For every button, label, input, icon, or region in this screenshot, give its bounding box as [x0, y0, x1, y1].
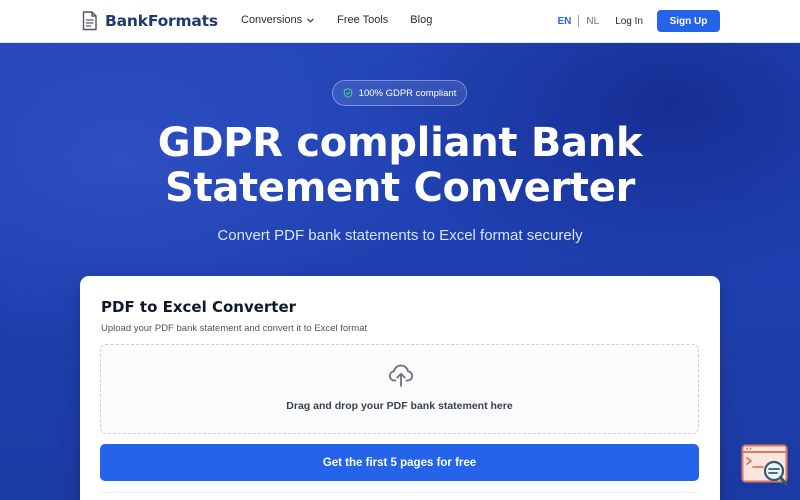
page-title-line-2: Statement Converter — [164, 165, 636, 211]
nav-item-label: Free Tools — [337, 14, 389, 26]
converter-card: PDF to Excel Converter Upload your PDF b… — [80, 276, 720, 500]
language-nl[interactable]: NL — [586, 16, 599, 27]
nav-actions: EN NL Log In Sign Up — [557, 10, 720, 32]
top-navbar: BankFormats Conversions Free Tools Blog … — [0, 0, 800, 43]
signup-button[interactable]: Sign Up — [657, 10, 720, 32]
converter-description: Upload your PDF bank statement and conve… — [101, 323, 368, 334]
shield-check-icon — [343, 88, 352, 98]
terminal-search-icon — [741, 444, 788, 486]
brand-name: BankFormats — [105, 12, 218, 30]
primary-nav: Conversions Free Tools Blog — [241, 14, 454, 26]
document-icon — [82, 11, 97, 31]
nav-item-label: Blog — [410, 14, 433, 26]
convert-free-button[interactable]: Get the first 5 pages for free — [100, 444, 699, 481]
nav-item-label: Conversions — [241, 14, 303, 26]
brand-logo[interactable]: BankFormats — [81, 11, 218, 31]
cloud-upload-icon — [388, 364, 414, 387]
converter-title: PDF to Excel Converter — [101, 298, 297, 316]
page-title: GDPR compliant Bank Statement Converter — [0, 121, 800, 211]
hero-section: 100% GDPR compliant GDPR compliant Bank … — [0, 43, 800, 500]
support-widget[interactable] — [741, 444, 790, 488]
chevron-down-icon — [307, 18, 314, 22]
page-subtitle: Convert PDF bank statements to Excel for… — [217, 227, 583, 244]
dropzone-text: Drag and drop your PDF bank statement he… — [286, 400, 513, 412]
file-dropzone[interactable]: Drag and drop your PDF bank statement he… — [100, 344, 699, 434]
card-divider — [100, 492, 699, 493]
login-link[interactable]: Log In — [615, 16, 643, 27]
language-en[interactable]: EN — [557, 16, 571, 27]
language-divider — [578, 15, 580, 27]
nav-item-blog[interactable]: Blog — [410, 14, 432, 26]
badge-label: 100% GDPR compliant — [358, 87, 457, 99]
nav-item-free-tools[interactable]: Free Tools — [337, 14, 388, 26]
page-title-line-1: GDPR compliant Bank — [157, 120, 643, 166]
nav-item-conversions[interactable]: Conversions — [241, 14, 315, 26]
gdpr-badge: 100% GDPR compliant — [332, 80, 467, 106]
